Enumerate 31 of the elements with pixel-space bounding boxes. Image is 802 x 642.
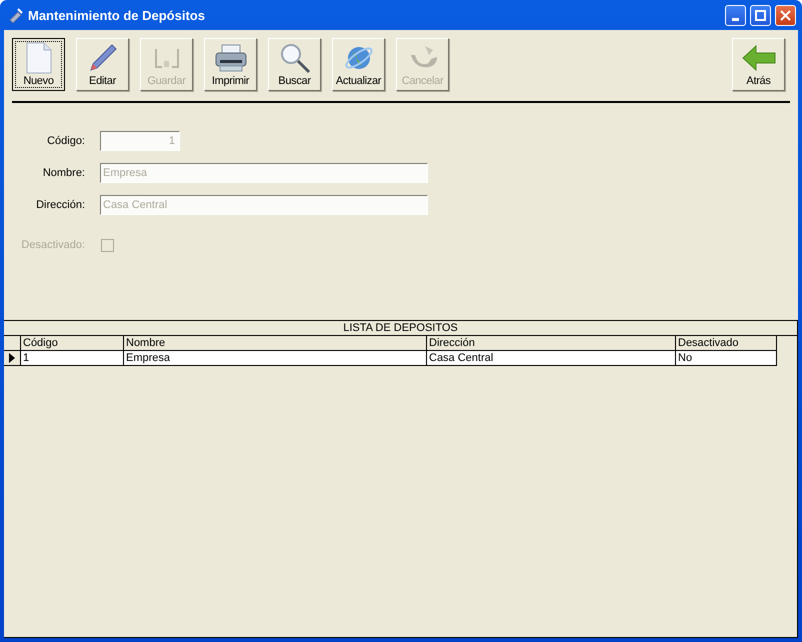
back-arrow-icon <box>742 45 776 71</box>
search-icon <box>278 42 310 74</box>
window-title: Mantenimiento de Depósitos <box>28 8 206 22</box>
column-header[interactable]: Desactivado <box>676 336 776 350</box>
search-button[interactable]: Buscar <box>268 38 321 91</box>
minimize-icon <box>732 18 739 20</box>
print-button[interactable]: Imprimir <box>204 38 257 91</box>
field-label: Nombre: <box>42 167 85 179</box>
table-cell: No <box>676 350 776 366</box>
close-icon <box>780 10 791 20</box>
maximize-button[interactable] <box>750 4 771 26</box>
table-cell: Casa Central <box>426 350 676 366</box>
field-label: Dirección: <box>35 199 85 211</box>
document-icon <box>26 42 52 74</box>
back-button[interactable]: Atrás <box>732 38 785 91</box>
app-icon <box>8 7 24 23</box>
table-cell: 1 <box>20 350 124 366</box>
field-label: Desactivado: <box>20 239 85 251</box>
close-button[interactable] <box>775 4 796 26</box>
minimize-button[interactable] <box>725 4 746 26</box>
column-header[interactable]: Código <box>20 336 124 350</box>
column-header[interactable]: Nombre <box>124 336 426 350</box>
field-label: Código: <box>46 135 85 147</box>
printer-icon <box>214 43 248 73</box>
table-cell: Empresa <box>124 350 426 366</box>
refresh-button[interactable]: Actualizar <box>332 38 385 91</box>
pencil-icon <box>88 43 118 73</box>
column-header[interactable]: Dirección <box>426 336 676 350</box>
edit-button[interactable]: Editar <box>76 38 129 91</box>
maximize-icon <box>755 10 766 20</box>
new-button[interactable]: Nuevo <box>12 38 65 91</box>
